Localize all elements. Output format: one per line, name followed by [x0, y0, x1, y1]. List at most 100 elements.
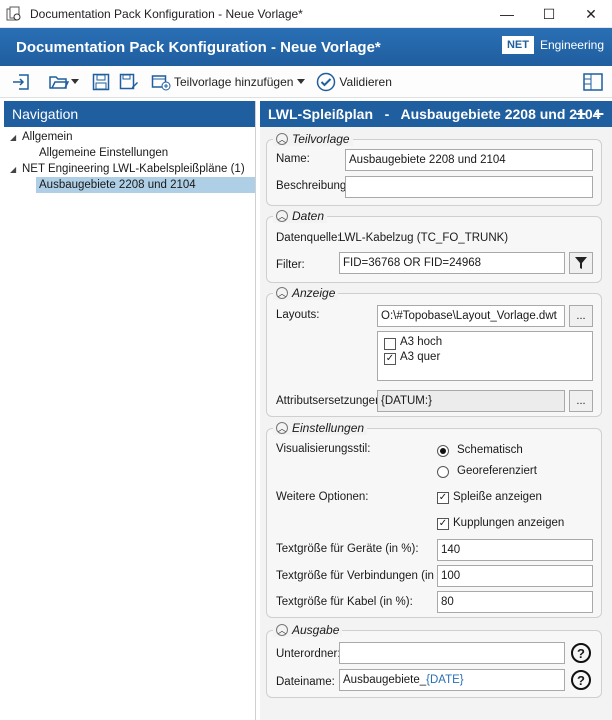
georeferenced-label: Georeferenziert: [457, 465, 537, 477]
open-dropdown-icon[interactable]: [70, 71, 80, 93]
group-legend-label: Teilvorlage: [292, 132, 350, 146]
collapse-chevron-icon[interactable]: ︿: [276, 210, 288, 222]
attribute-replacement-label: Attributsersetzungen:: [276, 395, 385, 407]
subfolder-help-icon[interactable]: ?: [571, 643, 591, 663]
layouts-browse-button[interactable]: ...: [569, 305, 593, 327]
name-label: Name:: [276, 153, 310, 165]
expand-arrow-icon[interactable]: ◢: [10, 162, 22, 178]
text-size-devices-field[interactable]: 140: [437, 539, 593, 561]
filename-field[interactable]: Ausbaugebiete_{DATE}: [339, 669, 565, 691]
text-size-connections-label: Textgröße für Verbindungen (in %):: [276, 570, 455, 582]
filter-funnel-icon[interactable]: [569, 252, 593, 274]
layout-options-list: A3 hoch ✓ A3 quer: [377, 331, 593, 381]
add-template-dropdown-icon[interactable]: [295, 71, 307, 93]
a3-quer-checkbox[interactable]: ✓: [384, 353, 396, 365]
filename-help-icon[interactable]: ?: [571, 670, 591, 690]
layout-toggle-icon[interactable]: [582, 71, 604, 93]
add-template-button[interactable]: Teilvorlage hinzufügen: [174, 75, 293, 89]
group-teilvorlage: ︿ Teilvorlage Name: Ausbaugebiete 2208 un…: [266, 132, 602, 206]
header-banner: Documentation Pack Konfiguration - Neue …: [0, 28, 612, 66]
attribute-replacement-field[interactable]: {DATUM:}: [377, 390, 565, 412]
text-size-devices-label: Textgröße für Geräte (in %):: [276, 543, 419, 555]
banner-title: Documentation Pack Konfiguration - Neue …: [16, 39, 381, 56]
subfolder-field[interactable]: [339, 642, 565, 664]
minimize-button[interactable]: —: [486, 0, 528, 28]
filter-field[interactable]: FID=36768 OR FID=24968: [339, 252, 565, 274]
text-size-cable-field[interactable]: 80: [437, 591, 593, 613]
filename-label: Dateiname:: [276, 676, 335, 688]
group-einstellungen: ︿ Einstellungen Visualisierungsstil: Sche…: [266, 421, 602, 618]
tree-item-allgemeine-einstellungen[interactable]: Allgemeine Einstellungen: [39, 145, 168, 161]
tree-item-label: NET Engineering LWL-Kabelspleißpläne (1): [22, 163, 245, 175]
window-title: Documentation Pack Konfiguration - Neue …: [30, 6, 303, 21]
schematic-radio[interactable]: [437, 445, 449, 457]
a3-hoch-checkbox[interactable]: [384, 338, 396, 350]
more-options-label: Weitere Optionen:: [276, 491, 369, 503]
logo-engineering: Engineering: [539, 38, 604, 52]
group-legend-label: Anzeige: [292, 286, 336, 300]
detail-header: LWL-Spleißplan - Ausbaugebiete 2208 und …: [260, 101, 612, 127]
group-legend[interactable]: ︿ Einstellungen: [273, 421, 368, 435]
subfolder-label: Unterordner:: [276, 648, 341, 660]
show-splices-checkbox[interactable]: ✓: [437, 492, 449, 504]
collapse-chevron-icon[interactable]: ︿: [276, 133, 288, 145]
save-as-icon[interactable]: [118, 71, 140, 93]
group-legend[interactable]: ︿ Daten: [273, 209, 328, 223]
show-couplings-label: Kupplungen anzeigen: [453, 517, 565, 529]
data-source-value: LWL-Kabelzug (TC_FO_TRUNK): [339, 232, 509, 244]
navigation-header: Navigation: [4, 101, 255, 127]
toolbar: Teilvorlage hinzufügen Validieren: [0, 66, 612, 98]
validate-check-icon[interactable]: [315, 71, 337, 93]
tree-item-label: Allgemeine Einstellungen: [39, 147, 169, 159]
group-legend-label: Einstellungen: [292, 421, 365, 435]
visualization-style-label: Visualisierungsstil:: [276, 443, 371, 455]
app-icon: [6, 6, 21, 20]
georeferenced-radio[interactable]: [437, 466, 449, 478]
a3-quer-label: A3 quer: [400, 351, 441, 363]
attribute-browse-button[interactable]: ...: [569, 390, 593, 412]
navigation-panel: Navigation ◢ Allgemein Allgemeine Einstel…: [4, 101, 256, 720]
group-legend-label: Daten: [292, 209, 325, 223]
maximize-button[interactable]: ☐: [528, 0, 570, 28]
import-icon[interactable]: [10, 71, 32, 93]
name-field[interactable]: Ausbaugebiete 2208 und 2104: [345, 149, 593, 171]
add-template-icon[interactable]: [150, 71, 172, 93]
show-splices-label: Spleiße anzeigen: [453, 491, 542, 503]
collapse-chevron-icon[interactable]: ︿: [276, 287, 288, 299]
group-legend[interactable]: ︿ Anzeige: [273, 286, 339, 300]
layouts-label: Layouts:: [276, 309, 320, 321]
add-icon[interactable]: +: [575, 101, 586, 127]
tree-item-allgemein[interactable]: ◢ Allgemein: [10, 129, 73, 145]
tree-item-label: Allgemein: [22, 131, 73, 143]
description-label: Beschreibung:: [276, 180, 350, 192]
save-icon[interactable]: [90, 71, 112, 93]
description-field[interactable]: [345, 176, 593, 198]
tree-item-ausbaugebiete[interactable]: Ausbaugebiete 2208 und 2104: [36, 177, 255, 193]
filename-date-token: {DATE}: [426, 674, 464, 686]
text-size-cable-label: Textgröße für Kabel (in %):: [276, 596, 413, 608]
text-size-connections-field[interactable]: 100: [437, 565, 593, 587]
schematic-label: Schematisch: [457, 444, 523, 456]
net-engineering-logo: NET Engineering: [501, 36, 604, 54]
collapse-chevron-icon[interactable]: ︿: [276, 422, 288, 434]
validate-button[interactable]: Validieren: [339, 75, 391, 89]
collapse-chevron-icon[interactable]: ︿: [276, 624, 288, 636]
close-button[interactable]: ✕: [570, 0, 612, 28]
group-legend-label: Ausgabe: [292, 623, 340, 637]
group-legend[interactable]: ︿ Ausgabe: [273, 623, 343, 637]
data-source-label: Datenquelle:: [276, 232, 341, 244]
tree-item-kabelspleissplaene[interactable]: ◢ NET Engineering LWL-Kabelspleißpläne (1…: [10, 161, 245, 177]
expand-arrow-icon[interactable]: ◢: [10, 130, 22, 146]
detail-panel: LWL-Spleißplan - Ausbaugebiete 2208 und …: [260, 101, 612, 720]
detail-title: LWL-Spleißplan - Ausbaugebiete 2208 und …: [268, 106, 601, 122]
group-anzeige: ︿ Anzeige Layouts: O:\#Topobase\Layout_Vo…: [266, 286, 602, 417]
show-couplings-checkbox[interactable]: ✓: [437, 518, 449, 530]
open-folder-icon[interactable]: [48, 71, 70, 93]
a3-hoch-label: A3 hoch: [400, 336, 443, 348]
group-ausgabe: ︿ Ausgabe Unterordner: ? Dateiname: Ausba…: [266, 623, 602, 698]
layouts-field[interactable]: O:\#Topobase\Layout_Vorlage.dwt: [377, 305, 565, 327]
tree-item-label: Ausbaugebiete 2208 und 2104: [39, 179, 196, 191]
remove-icon[interactable]: −: [593, 101, 604, 127]
logo-net: NET: [501, 36, 534, 54]
group-legend[interactable]: ︿ Teilvorlage: [273, 132, 353, 146]
